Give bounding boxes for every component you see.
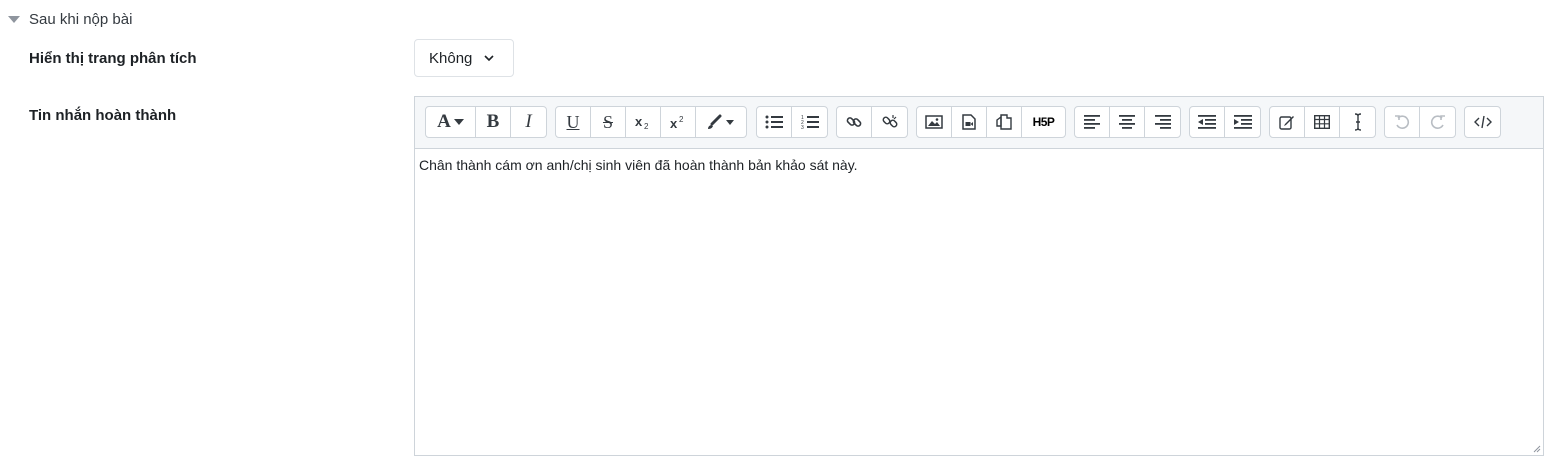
dropdown-arrow-icon (453, 119, 464, 125)
completion-label: Tin nhắn hoàn thành (29, 107, 177, 124)
link-icon (846, 117, 862, 127)
text-color-button[interactable] (696, 107, 746, 137)
toolbar-group-indent (1189, 106, 1261, 138)
section-toggle[interactable]: Sau khi nộp bài (8, 9, 132, 29)
insert-media-button[interactable] (952, 107, 987, 137)
media-file-icon (962, 114, 976, 130)
paintbrush-icon (708, 114, 734, 129)
editor-toolbar: A B I U S x2 x2 123 H5P (415, 97, 1543, 149)
indent-button[interactable] (1225, 107, 1260, 137)
ordered-list-button[interactable]: 123 (792, 107, 827, 137)
toolbar-group-links (836, 106, 908, 138)
table-button[interactable] (1305, 107, 1340, 137)
bold-button[interactable]: B (476, 107, 511, 137)
caret-down-icon (8, 16, 20, 23)
editor-content[interactable]: Chân thành cám ơn anh/chị sinh viên đã h… (415, 149, 1543, 181)
svg-text:2: 2 (679, 115, 684, 124)
align-left-button[interactable] (1075, 107, 1110, 137)
unlink-button[interactable] (872, 107, 907, 137)
superscript-button[interactable]: x2 (661, 107, 696, 137)
underline-button[interactable]: U (556, 107, 591, 137)
superscript-icon: x2 (670, 115, 684, 130)
bullet-list-icon (765, 115, 783, 129)
text-cursor-icon (1354, 113, 1361, 131)
equation-editor-button[interactable] (1270, 107, 1305, 137)
svg-text:3: 3 (801, 125, 804, 130)
unlink-icon (882, 115, 897, 128)
toolbar-group-tools (1269, 106, 1376, 138)
subscript-icon: x2 (635, 114, 649, 130)
numbered-list-icon: 123 (801, 115, 819, 130)
special-character-button[interactable] (1340, 107, 1375, 137)
indent-icon (1233, 115, 1252, 129)
toolbar-group-html (1464, 106, 1501, 138)
h5p-button[interactable]: H5P (1022, 107, 1065, 137)
toolbar-group-style: A B I (425, 106, 547, 138)
insert-image-button[interactable] (917, 107, 952, 137)
italic-button[interactable]: I (511, 107, 546, 137)
redo-icon (1430, 115, 1445, 129)
subscript-button[interactable]: x2 (626, 107, 661, 137)
resize-handle-icon[interactable] (1531, 443, 1541, 453)
files-icon (996, 114, 1012, 130)
align-right-icon (1154, 115, 1171, 129)
redo-button[interactable] (1420, 107, 1455, 137)
svg-text:2: 2 (644, 122, 649, 130)
manage-files-button[interactable] (987, 107, 1022, 137)
completion-editor: A B I U S x2 x2 123 H5P Chân thành cám ơ… (414, 96, 1544, 456)
undo-icon (1395, 115, 1410, 129)
strikethrough-button[interactable]: S (591, 107, 626, 137)
section-title: Sau khi nộp bài (29, 10, 133, 28)
h5p-label: H5P (1032, 115, 1055, 129)
analysis-select[interactable]: Không (414, 39, 514, 77)
edit-icon (1279, 116, 1294, 130)
analysis-label: Hiển thị trang phân tích (29, 50, 197, 67)
svg-text:x: x (670, 116, 678, 130)
outdent-icon (1198, 115, 1216, 129)
analysis-select-value: Không (429, 49, 473, 67)
align-right-button[interactable] (1145, 107, 1180, 137)
image-icon (925, 115, 943, 129)
html-source-button[interactable] (1465, 107, 1500, 137)
svg-text:x: x (635, 114, 643, 129)
link-button[interactable] (837, 107, 872, 137)
toolbar-group-lists: 123 (756, 106, 828, 138)
align-center-icon (1119, 115, 1135, 129)
toolbar-group-align (1074, 106, 1181, 138)
code-icon (1473, 115, 1492, 129)
table-icon (1314, 115, 1330, 129)
outdent-button[interactable] (1190, 107, 1225, 137)
align-left-icon (1084, 115, 1100, 129)
toolbar-group-media: H5P (916, 106, 1066, 138)
toolbar-group-format: U S x2 x2 (555, 106, 747, 138)
toolbar-group-history (1384, 106, 1456, 138)
font-style-label: A (437, 111, 451, 132)
font-style-button[interactable]: A (426, 107, 476, 137)
align-center-button[interactable] (1110, 107, 1145, 137)
undo-button[interactable] (1385, 107, 1420, 137)
unordered-list-button[interactable] (757, 107, 792, 137)
chevron-down-icon (484, 55, 494, 62)
